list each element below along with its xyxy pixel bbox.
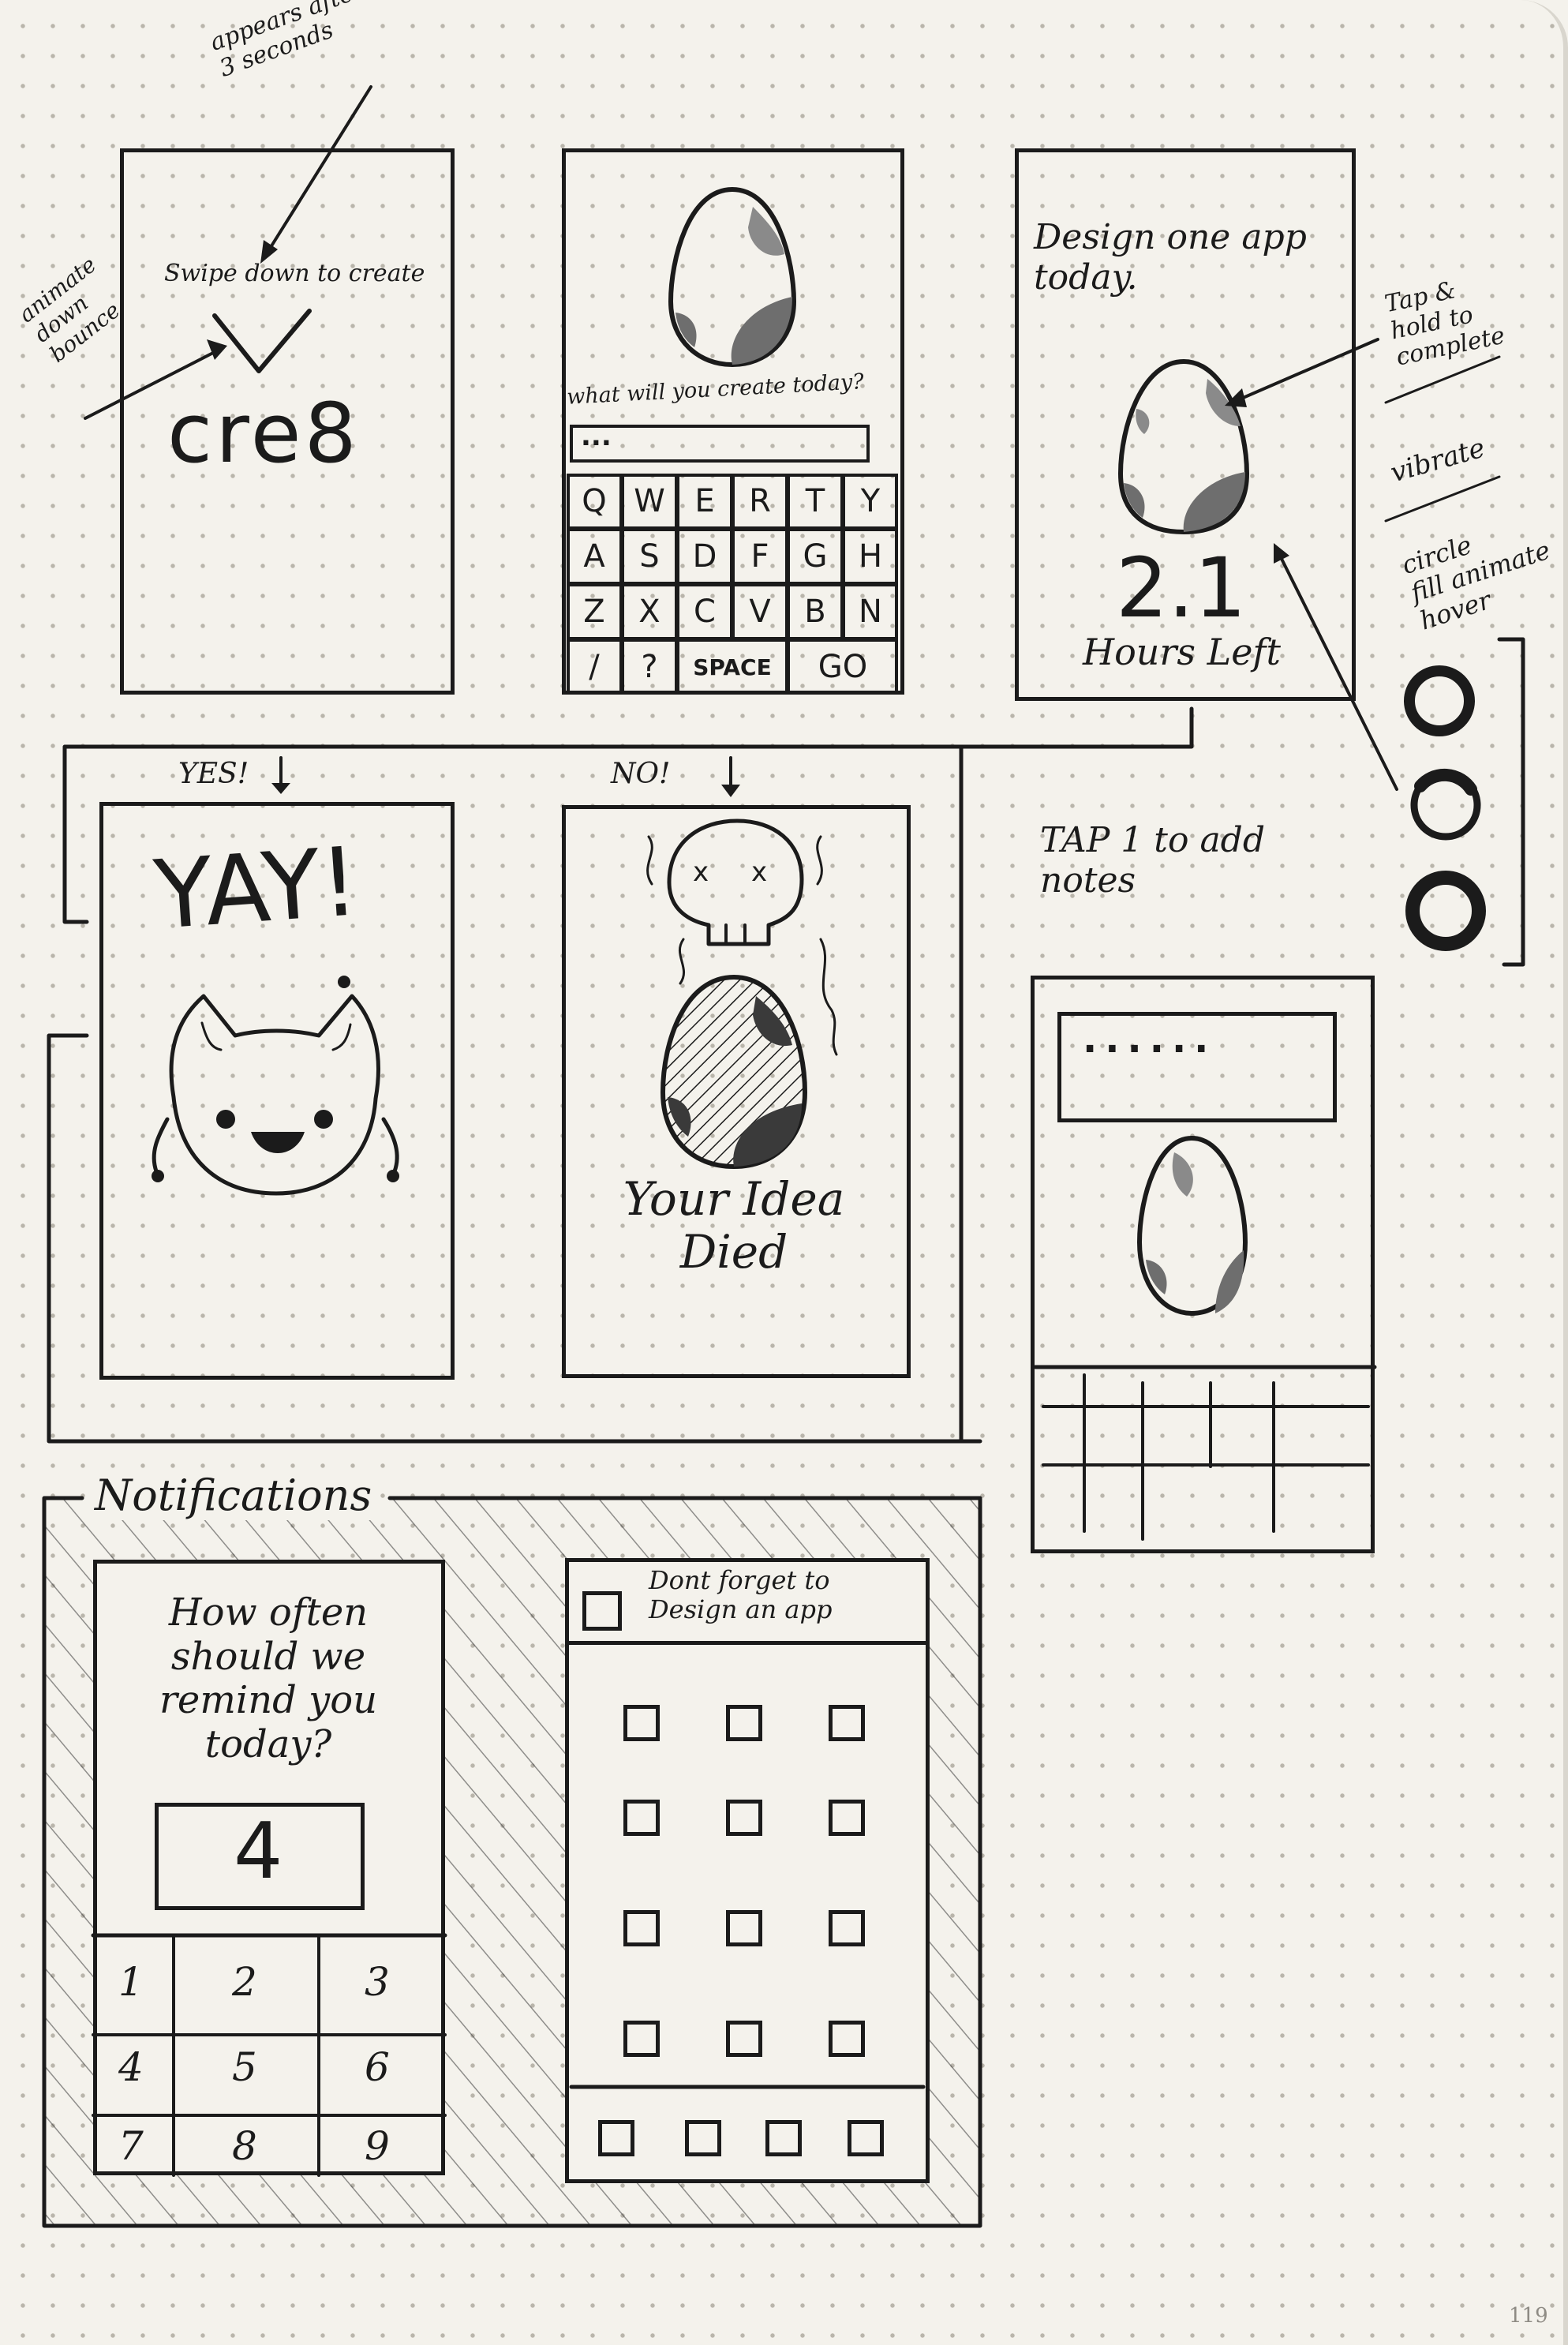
dock-divider [569, 2085, 926, 2089]
page-number: 119 [1509, 2304, 1548, 2328]
